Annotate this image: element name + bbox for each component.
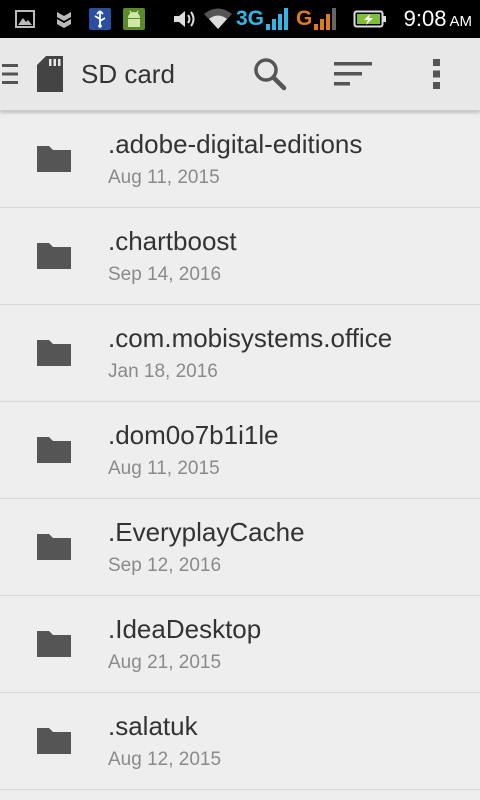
- signal-2-icon: G: [296, 0, 344, 38]
- page-title: SD card: [81, 59, 175, 89]
- file-row-salatuk[interactable]: .salatuk Aug 12, 2015: [0, 693, 480, 790]
- folder-icon: [37, 146, 71, 172]
- folder-icon: [37, 243, 71, 269]
- file-row-everyplaycache[interactable]: .EveryplayCache Sep 12, 2016: [0, 499, 480, 596]
- file-row-com-mobisystems-office[interactable]: .com.mobisystems.office Jan 18, 2016: [0, 305, 480, 402]
- signal-icon: 3G: [236, 0, 296, 38]
- folder-icon: [37, 534, 71, 560]
- file-date: Aug 21, 2015: [108, 652, 222, 673]
- overflow-menu-icon[interactable]: [420, 38, 454, 110]
- clock-time: 9:08: [403, 6, 447, 31]
- shield-icon: [52, 0, 76, 38]
- file-row-chartboost[interactable]: .chartboost Sep 14, 2016: [0, 208, 480, 305]
- menu-icon[interactable]: [0, 38, 22, 110]
- file-date: Aug 11, 2015: [108, 167, 220, 188]
- file-name: .IdeaDesktop: [108, 614, 262, 644]
- network-type-3g: 3G: [236, 7, 265, 30]
- wifi-icon: [202, 0, 234, 38]
- battery-charging-icon: [352, 0, 388, 38]
- file-name: .EveryplayCache: [108, 517, 305, 547]
- file-name: .dom0o7b1i1le: [108, 420, 279, 450]
- file-date: Jan 18, 2016: [108, 361, 218, 382]
- file-date: Aug 11, 2015: [108, 458, 220, 479]
- network-type-g: G: [296, 7, 313, 30]
- folder-icon: [37, 728, 71, 754]
- file-name: .salatuk: [108, 711, 198, 741]
- usb-icon: [86, 0, 114, 38]
- app-toolbar: SD card: [0, 38, 480, 111]
- file-name: .chartboost: [108, 226, 237, 256]
- file-date: Aug 12, 2015: [108, 749, 222, 770]
- sort-icon[interactable]: [330, 38, 376, 110]
- sd-card-icon: [34, 38, 66, 110]
- clock-ampm: AM: [449, 13, 473, 30]
- file-row-adobe-digital-editions[interactable]: .adobe-digital-editions Aug 11, 2015: [0, 111, 480, 208]
- volume-icon: [170, 0, 200, 38]
- android-icon: [120, 0, 148, 38]
- folder-icon: [37, 437, 71, 463]
- file-name: .adobe-digital-editions: [108, 129, 363, 159]
- clock: 9:08 AM: [404, 0, 472, 38]
- file-list: .adobe-digital-editions Aug 11, 2015 .ch…: [0, 111, 480, 790]
- file-row-dom0o7b1i1le[interactable]: .dom0o7b1i1le Aug 11, 2015: [0, 402, 480, 499]
- folder-icon: [37, 631, 71, 657]
- file-name: .com.mobisystems.office: [108, 323, 393, 353]
- status-bar: 3G G 9:08 AM: [0, 0, 480, 38]
- file-date: Sep 14, 2016: [108, 264, 222, 285]
- folder-icon: [37, 340, 71, 366]
- image-icon: [12, 0, 38, 38]
- file-date: Sep 12, 2016: [108, 555, 222, 576]
- file-row-ideadesktop[interactable]: .IdeaDesktop Aug 21, 2015: [0, 596, 480, 693]
- search-icon[interactable]: [248, 38, 292, 110]
